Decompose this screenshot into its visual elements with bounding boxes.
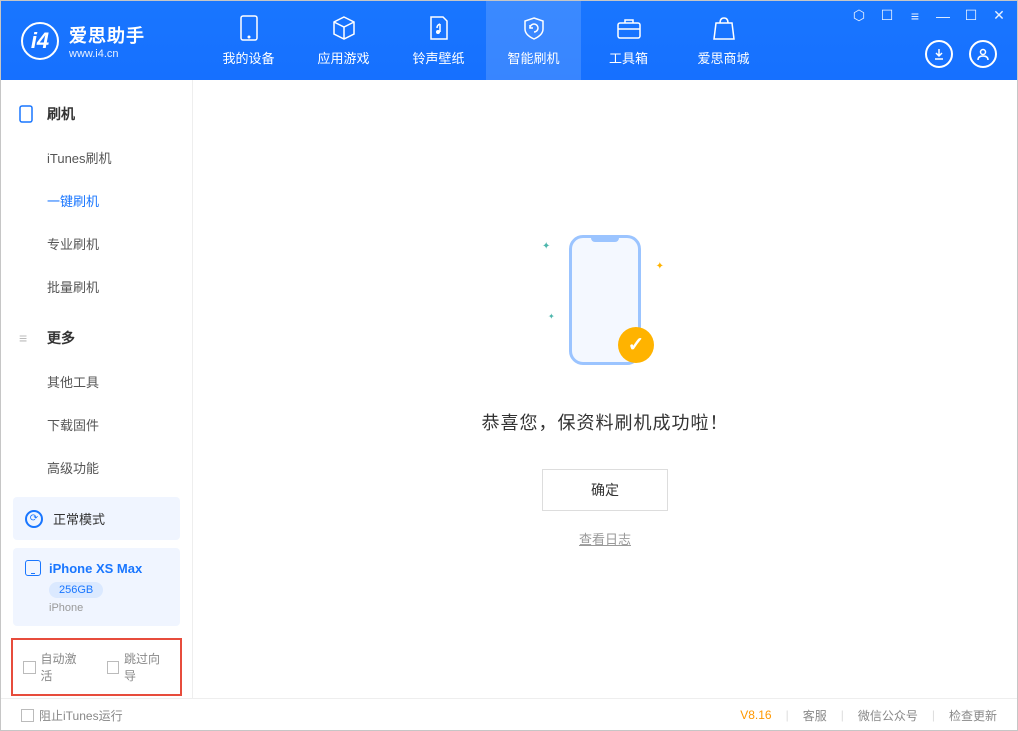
checkbox-block-itunes[interactable]: 阻止iTunes运行	[21, 707, 123, 724]
device-type: iPhone	[49, 602, 168, 614]
main-content: ✓ ✦ ✦ ✦ 恭喜您，保资料刷机成功啦！ 确定 查看日志	[193, 80, 1017, 698]
close-button[interactable]: ✕	[991, 7, 1007, 24]
highlighted-checkbox-row: 自动激活 跳过向导	[11, 638, 182, 696]
view-log-link[interactable]: 查看日志	[579, 529, 631, 548]
version-label: V8.16	[740, 708, 771, 722]
success-message: 恭喜您，保资料刷机成功啦！	[482, 409, 729, 435]
tab-store[interactable]: 爱思商城	[676, 1, 771, 80]
sidebar-section-flash[interactable]: 刷机	[1, 92, 192, 136]
tab-ringtones[interactable]: 铃声壁纸	[391, 1, 486, 80]
logo: i4 爱思助手 www.i4.cn	[1, 22, 201, 60]
briefcase-icon	[616, 14, 642, 42]
sidebar: 刷机 iTunes刷机 一键刷机 专业刷机 批量刷机 ≡ 更多 其他工具 下载固…	[1, 80, 193, 698]
header-actions	[925, 40, 997, 68]
maximize-button[interactable]: ☐	[963, 7, 979, 24]
music-file-icon	[428, 14, 450, 42]
sidebar-item-pro-flash[interactable]: 专业刷机	[1, 222, 192, 265]
tab-flash[interactable]: 智能刷机	[486, 1, 581, 80]
nav-tabs: 我的设备 应用游戏 铃声壁纸 智能刷机 工具箱 爱思商城	[201, 1, 771, 80]
tab-apps[interactable]: 应用游戏	[296, 1, 391, 80]
footer-link-update[interactable]: 检查更新	[949, 707, 997, 724]
footer: 阻止iTunes运行 V8.16 | 客服 | 微信公众号 | 检查更新	[1, 698, 1017, 731]
success-illustration: ✓ ✦ ✦ ✦	[550, 231, 660, 381]
footer-link-service[interactable]: 客服	[803, 707, 827, 724]
refresh-shield-icon	[521, 14, 547, 42]
sidebar-section-more[interactable]: ≡ 更多	[1, 316, 192, 360]
download-button[interactable]	[925, 40, 953, 68]
list-icon: ≡	[19, 330, 37, 346]
phone-icon	[19, 105, 37, 123]
sidebar-item-oneclick-flash[interactable]: 一键刷机	[1, 179, 192, 222]
sidebar-item-other-tools[interactable]: 其他工具	[1, 360, 192, 403]
feedback-icon[interactable]: ☐	[879, 7, 895, 24]
logo-icon: i4	[21, 22, 59, 60]
app-header: i4 爱思助手 www.i4.cn 我的设备 应用游戏 铃声壁纸 智能刷机 工具…	[1, 1, 1017, 80]
device-phone-icon	[25, 560, 41, 576]
device-capacity: 256GB	[49, 582, 103, 598]
checkbox-auto-activate[interactable]: 自动激活	[23, 650, 87, 684]
menu-icon[interactable]: ≡	[907, 8, 923, 24]
device-icon	[240, 14, 258, 42]
tab-my-device[interactable]: 我的设备	[201, 1, 296, 80]
device-card[interactable]: iPhone XS Max 256GB iPhone	[13, 548, 180, 626]
device-name: iPhone XS Max	[49, 561, 142, 576]
sidebar-item-itunes-flash[interactable]: iTunes刷机	[1, 136, 192, 179]
footer-link-wechat[interactable]: 微信公众号	[858, 707, 918, 724]
check-icon: ✓	[618, 327, 654, 363]
window-controls: ⬡ ☐ ≡ — ☐ ✕	[851, 7, 1007, 24]
device-mode-card[interactable]: ⟳ 正常模式	[13, 497, 180, 540]
shirt-icon[interactable]: ⬡	[851, 7, 867, 24]
checkbox-skip-guide[interactable]: 跳过向导	[107, 650, 171, 684]
sidebar-item-batch-flash[interactable]: 批量刷机	[1, 265, 192, 308]
app-url: www.i4.cn	[69, 48, 145, 60]
sidebar-item-download-firmware[interactable]: 下载固件	[1, 403, 192, 446]
sidebar-item-advanced[interactable]: 高级功能	[1, 446, 192, 489]
tab-toolbox[interactable]: 工具箱	[581, 1, 676, 80]
app-name: 爱思助手	[69, 22, 145, 48]
mode-icon: ⟳	[25, 510, 43, 528]
user-button[interactable]	[969, 40, 997, 68]
cube-icon	[331, 14, 357, 42]
ok-button[interactable]: 确定	[542, 469, 668, 511]
minimize-button[interactable]: —	[935, 8, 951, 24]
bag-icon	[712, 14, 736, 42]
